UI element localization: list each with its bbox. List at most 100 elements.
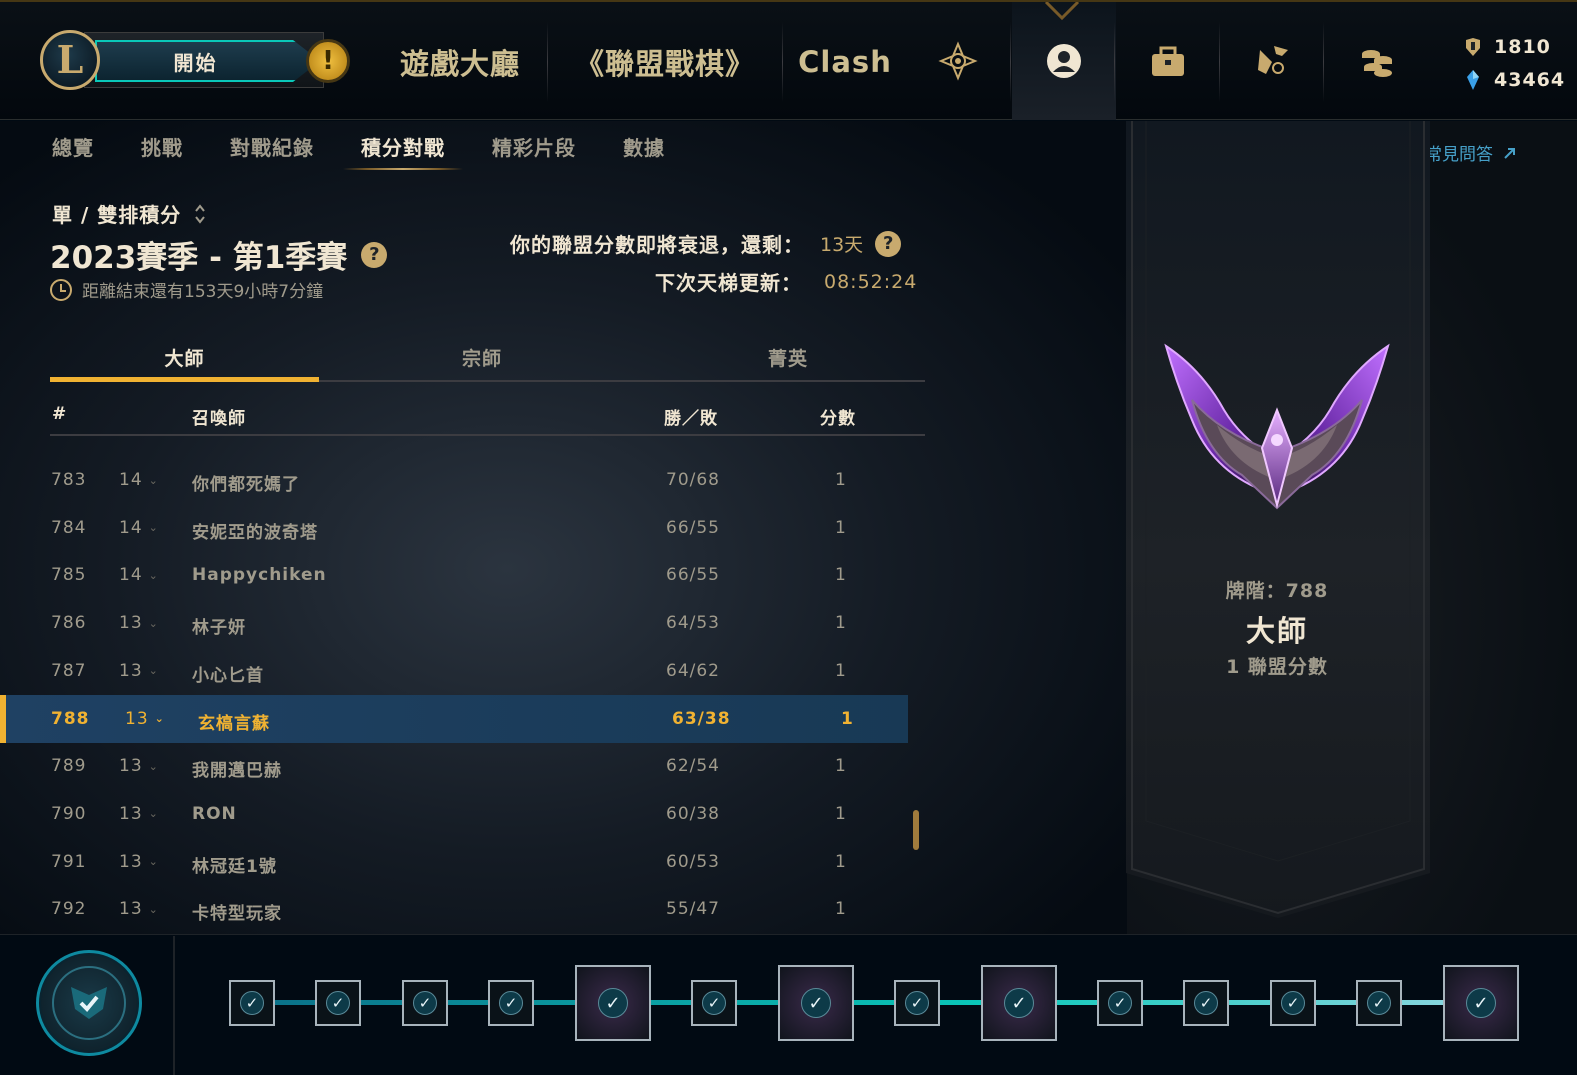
currency-panel[interactable]: 1810 43464 [1462,30,1572,96]
league-logo-icon[interactable]: L [40,30,100,90]
decay-label: 你的聯盟分數即將衰退，還剩： [510,233,804,257]
tier-tabs: 大師 宗師 菁英 [50,335,925,382]
table-row[interactable]: 791 13 ⌄ 林冠廷1號 60/53 1 [0,838,908,886]
row-points: 1 [835,660,847,681]
tier-tab-challenger[interactable]: 菁英 [688,335,888,380]
row-level: 13 ⌄ [119,804,159,824]
row-level: 14 ⌄ [119,565,159,585]
row-winloss: 55/47 [666,899,720,920]
nav-tft[interactable]: 《聯盟戰棋》 [565,40,765,84]
play-button-label: 開始 [173,50,218,75]
tier-tab-master[interactable]: 大師 [50,335,319,382]
row-rank: 792 [51,899,87,920]
row-level: 13 ⌄ [125,709,165,729]
scrollbar-thumb[interactable] [913,810,919,850]
reward-node[interactable]: ✓ [1356,980,1402,1026]
alert-icon[interactable]: ! [306,39,350,83]
store-icon[interactable] [1325,2,1429,120]
tab-challenges[interactable]: 挑戰 [141,126,183,170]
tab-overview[interactable]: 總覽 [52,126,94,170]
tier-tab-master-label: 大師 [164,348,205,370]
row-points: 1 [835,851,847,872]
row-level-value: 13 [119,803,143,824]
check-icon: ✓ [1194,991,1218,1015]
reward-node[interactable]: ✓ [488,980,534,1026]
help-icon[interactable]: ? [361,241,388,268]
nav-divider [1219,22,1220,102]
reward-node[interactable]: ✓ [1270,980,1316,1026]
nav-divider [547,22,548,102]
decay-help-icon[interactable]: ? [875,230,902,257]
be-amount: 43464 [1494,68,1566,91]
row-rank: 789 [51,756,87,777]
rank-position: 牌階：788 [1225,580,1329,602]
nav-divider [1114,22,1115,102]
row-winloss: 60/53 [666,851,720,872]
check-icon: ✓ [1108,991,1132,1015]
table-row[interactable]: 790 13 ⌄ RON 60/38 1 [0,790,908,838]
ladder-label: 下次天梯更新： [655,271,802,295]
mastery-emblem-icon[interactable] [36,950,142,1056]
row-summoner-name: RON [192,803,237,824]
reward-node[interactable]: ✓ [778,965,854,1041]
reward-node[interactable]: ✓ [1183,980,1229,1026]
check-icon: ✓ [1466,988,1496,1018]
row-winloss: 64/53 [666,613,720,634]
chevron-down-icon: ⌄ [148,807,159,821]
reward-node[interactable]: ✓ [1443,965,1519,1041]
play-button[interactable]: 開始 [84,32,324,88]
row-summoner-name: 林子妍 [192,618,246,639]
reward-node[interactable]: ✓ [691,980,737,1026]
table-row[interactable]: 789 13 ⌄ 我開邁巴赫 62/54 1 [0,742,908,790]
trophy-icon[interactable] [906,2,1010,120]
nav-home[interactable]: 遊戲大廳 [385,40,535,84]
reward-node[interactable]: ✓ [1097,980,1143,1026]
row-summoner-name: 小心匕首 [192,665,264,686]
nav-divider [782,22,783,102]
play-area: 開始 L [40,28,324,92]
row-winloss: 62/54 [666,756,720,777]
clock-icon [50,278,72,301]
collection-icon[interactable] [1116,2,1220,120]
row-summoner-name: 林冠廷1號 [192,856,277,877]
check-icon: ✓ [499,991,523,1015]
table-row-current-player[interactable]: 788 13 ⌄ 玄槁言蘇 63/38 1 [0,694,908,743]
reward-node[interactable]: ✓ [229,980,275,1026]
master-crest-icon [1164,343,1390,510]
row-rank: 786 [51,613,87,634]
row-points: 1 [835,565,847,586]
external-link-icon [1504,147,1515,159]
tier-name: 大師 [1245,614,1308,648]
row-level-value: 13 [119,613,143,634]
reward-node[interactable]: ✓ [894,980,940,1026]
table-row[interactable]: 783 14 ⌄ 你們都死媽了 70/68 1 [0,456,908,504]
table-row[interactable]: 785 14 ⌄ Happychiken 66/55 1 [0,551,908,599]
tier-tab-grandmaster[interactable]: 宗師 [382,335,582,380]
check-icon: ✓ [801,988,831,1018]
nav-divider [1010,22,1011,102]
tab-stats[interactable]: 數據 [623,126,665,170]
reward-node[interactable]: ✓ [981,965,1057,1041]
reward-node[interactable]: ✓ [575,965,651,1041]
loot-icon[interactable] [1221,2,1325,120]
tab-ranked[interactable]: 積分對戰 [343,126,463,170]
row-summoner-name: 你們都死媽了 [192,475,300,495]
nav-clash[interactable]: Clash [795,40,895,84]
ladder-table-header: # 召喚師 勝／敗 分數 [50,396,925,436]
tab-highlights[interactable]: 精彩片段 [492,126,576,170]
season-end-text: 距離結束還有153天9小時7分鐘 [82,282,324,302]
row-level-value: 13 [125,708,149,729]
row-rank: 787 [51,660,87,681]
reward-node[interactable]: ✓ [315,980,361,1026]
table-row[interactable]: 787 13 ⌄ 小心匕首 64/62 1 [0,647,908,695]
tab-match-history[interactable]: 對戰紀錄 [230,126,314,170]
table-row[interactable]: 784 14 ⌄ 安妮亞的波奇塔 66/55 1 [0,504,908,552]
row-level: 14 ⌄ [119,470,159,490]
reward-node[interactable]: ✓ [402,980,448,1026]
table-row[interactable]: 792 13 ⌄ 卡特型玩家 55/47 1 [0,885,908,933]
table-row[interactable]: 786 13 ⌄ 林子妍 64/53 1 [0,599,908,647]
check-icon: ✓ [702,991,726,1015]
chevron-down-icon: ⌄ [148,902,159,916]
row-points: 1 [841,708,854,729]
queue-dropdown[interactable]: 單 / 雙排積分 [52,199,207,228]
